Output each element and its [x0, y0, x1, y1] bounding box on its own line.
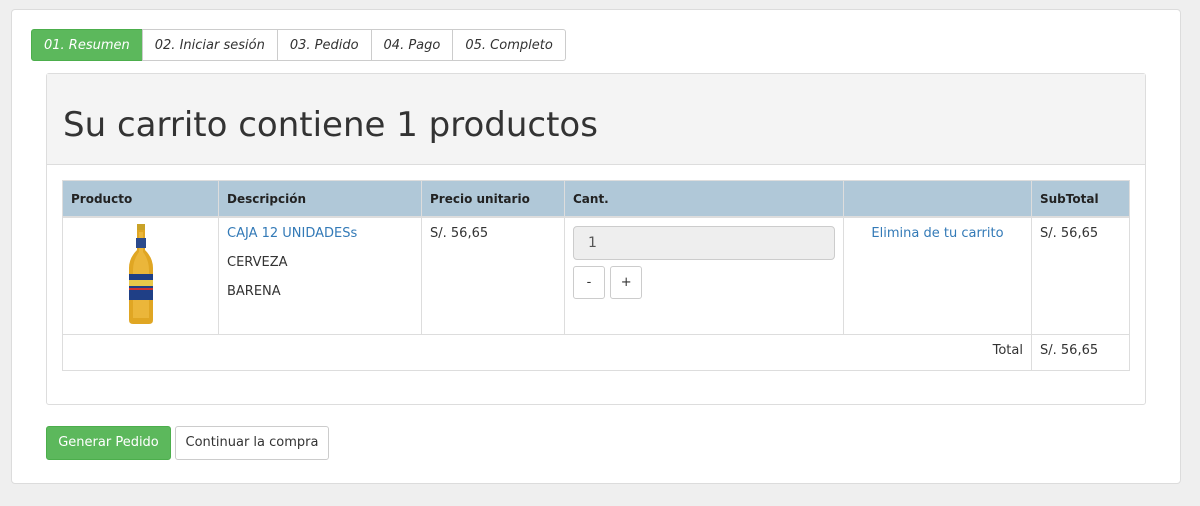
col-unit-price: Precio unitario [421, 180, 565, 218]
col-action [843, 180, 1032, 218]
total-row: Total S/. 56,65 [62, 334, 1130, 371]
product-description-cell: CAJA 12 UNIDADESs CERVEZA BARENA [218, 216, 422, 335]
table-header-row: Producto Descripción Precio unitario Can… [62, 180, 1130, 218]
page-title: Su carrito contiene 1 productos [63, 105, 598, 145]
cart-panel: Su carrito contiene 1 productos Producto… [46, 73, 1146, 405]
col-description: Descripción [218, 180, 422, 218]
col-subtotal: SubTotal [1031, 180, 1130, 218]
product-brand: BARENA [227, 284, 281, 299]
step-order[interactable]: 03. Pedido [276, 29, 372, 61]
quantity-input[interactable]: 1 [573, 226, 835, 260]
subtotal-cell: S/. 56,65 [1031, 216, 1130, 335]
checkout-steps: 01. Resumen 02. Iniciar sesión 03. Pedid… [31, 29, 566, 61]
decrease-qty-button[interactable]: - [573, 266, 605, 299]
unit-price-cell: S/. 56,65 [421, 216, 565, 335]
step-summary[interactable]: 01. Resumen [31, 29, 143, 61]
remove-item-link[interactable]: Elimina de tu carrito [843, 216, 1032, 335]
step-complete[interactable]: 05. Completo [452, 29, 566, 61]
continue-shopping-button[interactable]: Continuar la compra [175, 426, 329, 460]
col-qty: Cant. [564, 180, 844, 218]
qty-cell: 1 - + [564, 216, 844, 335]
cart-panel-header: Su carrito contiene 1 productos [47, 74, 1145, 165]
table-row: CAJA 12 UNIDADESs CERVEZA BARENA S/. 56,… [62, 216, 1130, 335]
beer-bottle-image[interactable] [126, 224, 156, 324]
generate-order-button[interactable]: Generar Pedido [46, 426, 171, 460]
total-value: S/. 56,65 [1031, 334, 1130, 371]
product-image-cell [62, 216, 219, 335]
col-product: Producto [62, 180, 219, 218]
step-payment[interactable]: 04. Pago [370, 29, 454, 61]
total-label: Total [62, 334, 1032, 371]
checkout-container: 01. Resumen 02. Iniciar sesión 03. Pedid… [11, 9, 1181, 484]
cart-table: Producto Descripción Precio unitario Can… [62, 180, 1130, 371]
increase-qty-button[interactable]: + [610, 266, 643, 299]
product-name-link[interactable]: CAJA 12 UNIDADESs [227, 226, 413, 241]
step-login[interactable]: 02. Iniciar sesión [141, 29, 278, 61]
product-type: CERVEZA [227, 255, 288, 270]
